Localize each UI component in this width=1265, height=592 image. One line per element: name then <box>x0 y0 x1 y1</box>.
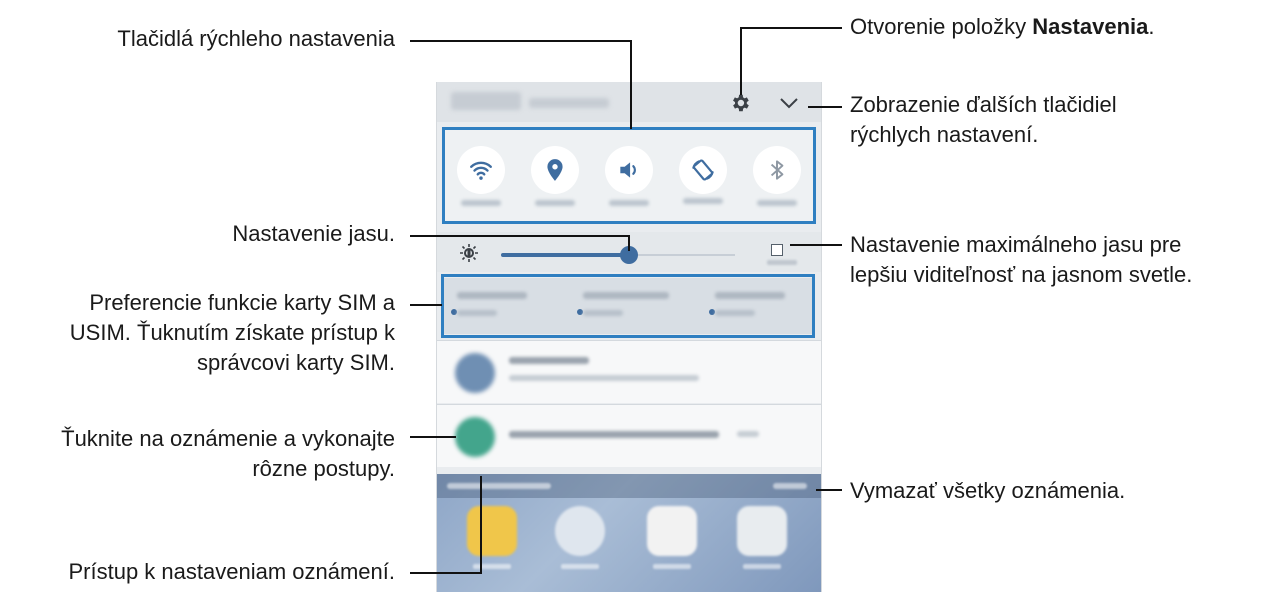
clock <box>451 92 521 110</box>
brightness-leader <box>410 235 630 237</box>
status-bar <box>437 82 821 122</box>
callout-clear-all: Vymazať všetky oznámenia. <box>850 478 1126 503</box>
callout-open-settings: Otvorenie položky Nastavenia. <box>850 12 1155 42</box>
callout-sim-line1: Preferencie funkcie karty SIM a <box>89 290 395 315</box>
callout-more-buttons-line1: Zobrazenie ďalších tlačidiel <box>850 92 1117 117</box>
outdoor-mode-checkbox[interactable] <box>771 244 783 256</box>
callout-open-settings-text: Otvorenie položky <box>850 14 1033 39</box>
app-notification-icon <box>455 417 495 457</box>
notification-item[interactable] <box>437 404 821 467</box>
callout-quick-buttons: Tlačidlá rýchleho nastavenia <box>117 26 395 51</box>
gear-icon[interactable] <box>729 92 751 114</box>
camera-app-icon <box>555 506 605 556</box>
settings-leader <box>740 27 842 29</box>
date <box>529 98 609 108</box>
callout-notification-line2: rôzne postupy. <box>252 456 395 481</box>
quick-buttons-leader-v <box>630 40 632 129</box>
notification-settings-leader <box>410 572 482 574</box>
callout-sim-line2: USIM. Ťuknutím získate prístup k <box>69 320 395 345</box>
callout-more-buttons: Zobrazenie ďalších tlačidiel rýchlych na… <box>850 90 1117 150</box>
callout-open-settings-suffix: . <box>1148 14 1155 39</box>
quick-settings-highlight <box>442 127 816 224</box>
callout-sim-line3: správcovi karty SIM. <box>196 350 395 375</box>
more-buttons-leader <box>808 106 842 108</box>
max-brightness-leader <box>790 244 842 246</box>
chevron-down-icon[interactable] <box>779 95 799 111</box>
callout-more-buttons-line2: rýchlych nastavení. <box>850 122 1039 147</box>
notification-settings-leader-v <box>480 476 482 574</box>
notification-profile-sharing[interactable] <box>437 340 821 403</box>
callout-max-brightness-line1: Nastavenie maximálneho jasu pre <box>850 232 1182 257</box>
clear-all-button[interactable] <box>773 483 807 489</box>
notification-settings-link[interactable] <box>447 483 551 489</box>
notification-leader <box>410 436 456 438</box>
brightness-slider-track[interactable] <box>631 254 735 256</box>
settings-leader-v <box>740 27 742 95</box>
notification-footer-bar <box>437 474 821 498</box>
clear-all-leader <box>816 489 842 491</box>
quick-buttons-leader <box>410 40 632 42</box>
callout-max-brightness: Nastavenie maximálneho jasu pre lepšiu v… <box>850 230 1192 290</box>
callout-brightness: Nastavenie jasu. <box>232 221 395 246</box>
brightness-leader-v <box>628 235 630 251</box>
outdoor-mode-label <box>767 260 797 265</box>
callout-max-brightness-line2: lepšiu viditeľnosť na jasnom svetle. <box>850 262 1193 287</box>
profile-sharing-icon <box>455 353 495 393</box>
google-folder-icon <box>737 506 787 556</box>
play-store-app-icon <box>647 506 697 556</box>
callout-notification-line1: Ťuknite na oznámenie a vykonajte <box>61 426 395 451</box>
brightness-icon <box>460 244 478 262</box>
callout-notification: Ťuknite na oznámenie a vykonajte rôzne p… <box>61 424 395 484</box>
callout-notification-settings: Prístup k nastaveniam oznámení. <box>68 559 396 584</box>
brightness-slider-fill <box>501 253 631 257</box>
sim-leader <box>410 304 442 306</box>
home-screen <box>437 474 821 592</box>
sim-highlight <box>441 274 815 338</box>
gallery-app-icon <box>467 506 517 556</box>
callout-open-settings-bold: Nastavenia <box>1032 14 1149 39</box>
callout-sim: Preferencie funkcie karty SIM a USIM. Ťu… <box>70 288 395 378</box>
